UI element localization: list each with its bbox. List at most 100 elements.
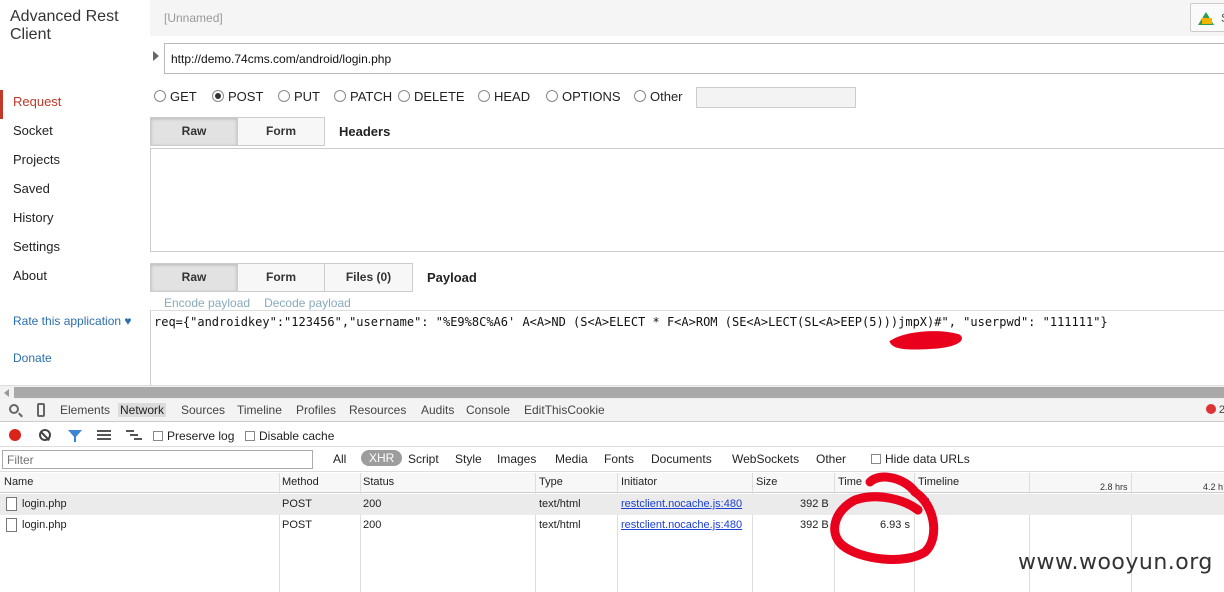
filter-other[interactable]: Other xyxy=(816,452,846,466)
url-input[interactable] xyxy=(164,43,1224,74)
horizontal-scrollbar[interactable] xyxy=(0,385,1224,399)
sidebar-item-request[interactable]: Request xyxy=(0,90,150,119)
headers-textarea[interactable] xyxy=(150,148,1224,252)
watermark: www.wooyun.org xyxy=(1018,550,1213,575)
row-name: login.php xyxy=(22,498,67,510)
tab-headers-form[interactable]: Form xyxy=(237,117,325,146)
method-delete[interactable]: DELETE xyxy=(398,89,465,104)
filter-xhr[interactable]: XHR xyxy=(361,450,403,466)
sidebar-item-projects[interactable]: Projects xyxy=(0,148,150,177)
rate-app-link[interactable]: Rate this application ♥ xyxy=(13,314,143,329)
preserve-log-label: Preserve log xyxy=(167,429,235,443)
network-filter-row: All XHR Script Style Images Media Fonts … xyxy=(0,448,1224,472)
radio-icon xyxy=(478,90,490,102)
tab-payload-files[interactable]: Files (0) xyxy=(324,263,413,292)
sidebar-item-about[interactable]: About xyxy=(0,264,150,293)
method-label: POST xyxy=(228,89,264,104)
tab-headers-raw[interactable]: Raw xyxy=(150,117,238,146)
tab-payload-raw[interactable]: Raw xyxy=(150,263,238,292)
column-name[interactable]: Name xyxy=(4,476,33,488)
overview-icon[interactable] xyxy=(126,430,142,440)
filter-documents[interactable]: Documents xyxy=(651,452,712,466)
payload-encoding-links: Encode payload Decode payload xyxy=(164,296,365,310)
filter-media[interactable]: Media xyxy=(555,452,588,466)
google-drive-button[interactable]: S xyxy=(1190,3,1224,32)
filter-all[interactable]: All xyxy=(333,452,346,466)
request-name[interactable]: [Unnamed] xyxy=(164,11,223,25)
sidebar-item-settings[interactable]: Settings xyxy=(0,235,150,264)
filter-input[interactable] xyxy=(2,450,313,469)
column-timeline[interactable]: Timeline xyxy=(918,476,959,488)
tab-profiles[interactable]: Profiles xyxy=(296,403,336,417)
method-post[interactable]: POST xyxy=(212,89,263,104)
record-icon[interactable] xyxy=(9,429,21,441)
radio-icon xyxy=(634,90,646,102)
row-method: POST xyxy=(282,519,312,531)
method-label: OPTIONS xyxy=(562,89,621,104)
filter-fonts[interactable]: Fonts xyxy=(604,452,634,466)
method-get[interactable]: GET xyxy=(154,89,197,104)
payload-title: Payload xyxy=(427,270,477,285)
method-label: PATCH xyxy=(350,89,393,104)
row-time: 6.93 s xyxy=(880,519,910,531)
filter-icon[interactable] xyxy=(68,430,82,442)
table-row[interactable]: login.php POST 200 text/html restclient.… xyxy=(0,494,1224,515)
row-initiator-link[interactable]: restclient.nocache.js:480 xyxy=(621,498,742,510)
row-method: POST xyxy=(282,498,312,510)
scrollbar-thumb[interactable] xyxy=(14,387,1224,398)
device-mode-icon[interactable] xyxy=(37,403,45,417)
payload-text: req={"androidkey":"123456","username": "… xyxy=(154,315,1108,329)
method-patch[interactable]: PATCH xyxy=(334,89,392,104)
other-method-input[interactable] xyxy=(696,87,856,108)
column-initiator[interactable]: Initiator xyxy=(621,476,657,488)
filter-script[interactable]: Script xyxy=(408,452,439,466)
devtools-tabbar: Elements Network Sources Timeline Profil… xyxy=(0,399,1224,422)
hide-data-urls-checkbox[interactable]: Hide data URLs xyxy=(871,452,970,466)
large-rows-icon[interactable] xyxy=(97,430,111,440)
donate-link[interactable]: Donate xyxy=(13,351,52,365)
payload-textarea[interactable]: req={"androidkey":"123456","username": "… xyxy=(150,310,1224,385)
method-options[interactable]: OPTIONS xyxy=(546,89,621,104)
filter-images[interactable]: Images xyxy=(497,452,536,466)
column-method[interactable]: Method xyxy=(282,476,319,488)
column-time[interactable]: Time xyxy=(838,476,862,488)
tab-editthiscookie[interactable]: EditThisCookie xyxy=(524,403,605,417)
decode-payload-link[interactable]: Decode payload xyxy=(264,296,351,310)
column-status[interactable]: Status xyxy=(363,476,394,488)
scroll-left-icon[interactable] xyxy=(4,389,9,397)
tab-timeline[interactable]: Timeline xyxy=(237,403,282,417)
method-put[interactable]: PUT xyxy=(278,89,320,104)
disable-cache-checkbox[interactable]: Disable cache xyxy=(245,429,334,443)
inspect-search-icon[interactable] xyxy=(9,404,19,414)
tab-sources[interactable]: Sources xyxy=(181,403,225,417)
clear-icon[interactable] xyxy=(39,429,51,441)
table-row[interactable]: login.php POST 200 text/html restclient.… xyxy=(0,515,1224,536)
tab-resources[interactable]: Resources xyxy=(349,403,406,417)
filter-style[interactable]: Style xyxy=(455,452,482,466)
column-type[interactable]: Type xyxy=(539,476,563,488)
row-initiator-link[interactable]: restclient.nocache.js:480 xyxy=(621,519,742,531)
column-size[interactable]: Size xyxy=(756,476,777,488)
row-size: 392 B xyxy=(800,519,829,531)
sidebar-item-socket[interactable]: Socket xyxy=(0,119,150,148)
checkbox-icon xyxy=(871,454,881,464)
error-icon[interactable] xyxy=(1206,404,1216,414)
method-head[interactable]: HEAD xyxy=(478,89,530,104)
expand-url-icon[interactable] xyxy=(153,51,159,61)
method-label: DELETE xyxy=(414,89,465,104)
network-toolbar: Preserve log Disable cache xyxy=(0,423,1224,447)
row-name: login.php xyxy=(22,519,67,531)
tab-network[interactable]: Network xyxy=(118,403,167,417)
method-other[interactable]: Other xyxy=(634,89,683,104)
method-label: GET xyxy=(170,89,197,104)
tab-elements[interactable]: Elements xyxy=(60,403,110,417)
tab-console[interactable]: Console xyxy=(466,403,510,417)
error-count: 2 xyxy=(1218,404,1224,416)
tab-audits[interactable]: Audits xyxy=(421,403,454,417)
sidebar-item-history[interactable]: History xyxy=(0,206,150,235)
tab-payload-form[interactable]: Form xyxy=(237,263,325,292)
encode-payload-link[interactable]: Encode payload xyxy=(164,296,250,310)
sidebar-item-saved[interactable]: Saved xyxy=(0,177,150,206)
preserve-log-checkbox[interactable]: Preserve log xyxy=(153,429,234,443)
filter-websockets[interactable]: WebSockets xyxy=(732,452,799,466)
